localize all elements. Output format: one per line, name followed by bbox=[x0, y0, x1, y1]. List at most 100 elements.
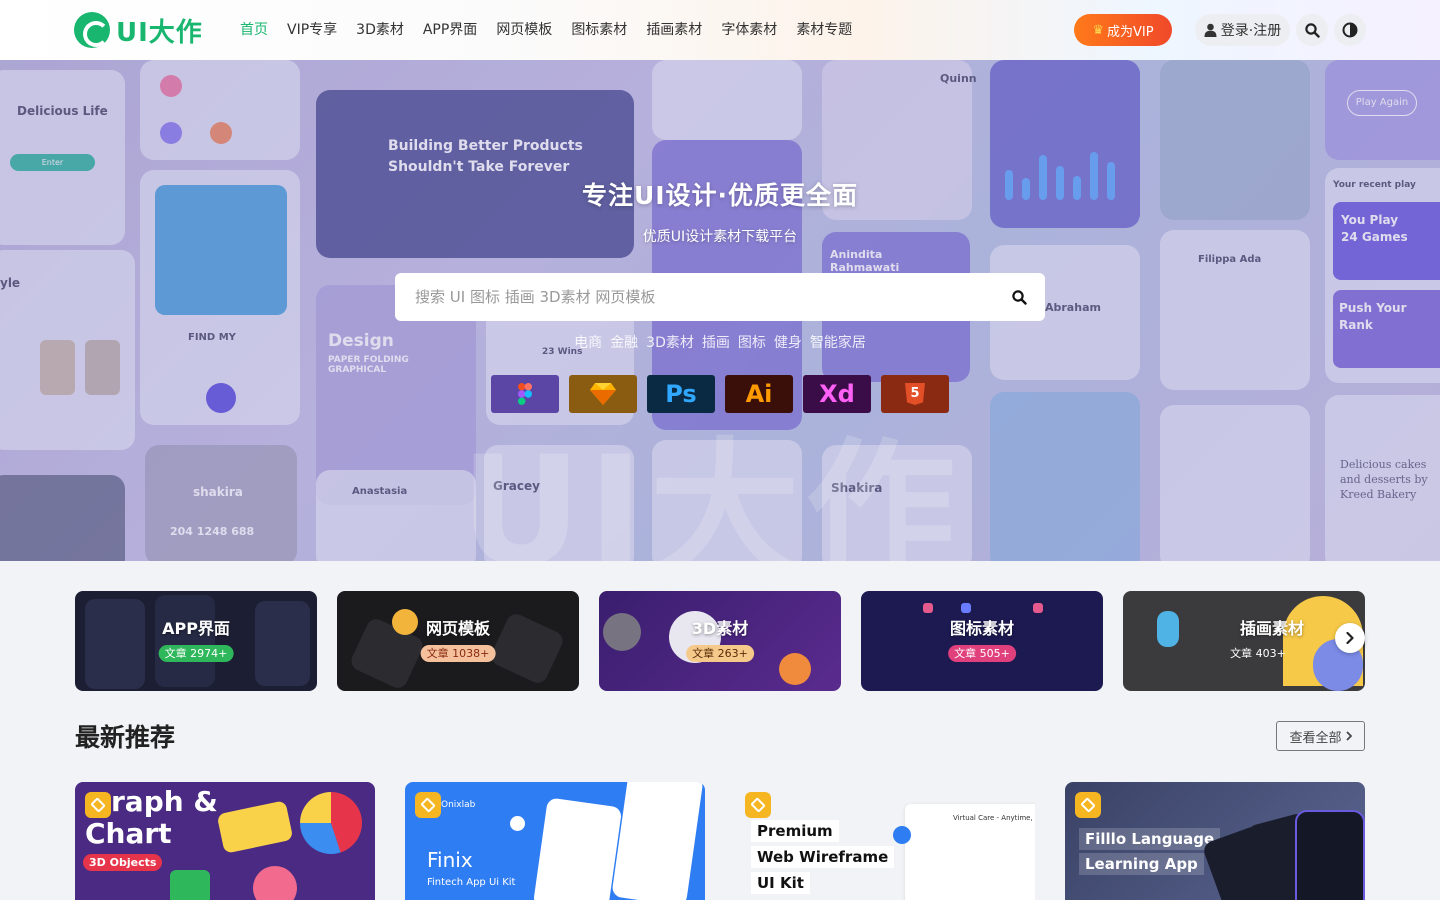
hot-tag-fitness[interactable]: 健身 bbox=[774, 332, 802, 352]
deco bbox=[255, 601, 310, 686]
search-icon bbox=[1011, 289, 1027, 305]
illustrator-filter-button[interactable]: Ai bbox=[725, 375, 793, 413]
theme-toggle-button[interactable] bbox=[1334, 14, 1366, 46]
deco bbox=[155, 595, 215, 687]
html5-filter-button[interactable]: 5 bbox=[881, 375, 949, 413]
vip-label: 成为VIP bbox=[1107, 24, 1154, 40]
resource-card[interactable]: Premium Web Wireframe UI Kit Virtual Car… bbox=[735, 782, 1035, 900]
hero-search-submit-button[interactable] bbox=[993, 273, 1045, 321]
photoshop-filter-button[interactable]: Ps bbox=[647, 375, 715, 413]
nav-item-3d[interactable]: 3D素材 bbox=[348, 0, 412, 60]
card-art-text: raph & bbox=[111, 785, 218, 818]
card-art bbox=[170, 870, 210, 900]
hot-tag-smart-home[interactable]: 智能家居 bbox=[810, 332, 866, 352]
logo-mark-icon bbox=[74, 12, 110, 48]
section-title-latest: 最新推荐 bbox=[75, 723, 176, 752]
hot-tag-3d[interactable]: 3D素材 bbox=[646, 332, 694, 352]
category-carousel: APP界面 文章 2974+ 网页模板 文章 1038+ 3D素材 文章 263… bbox=[75, 591, 1365, 691]
card-art-phone bbox=[611, 782, 704, 900]
hero-search-box bbox=[395, 273, 1045, 321]
category-card-illustrations[interactable]: 插画素材 文章 403+ bbox=[1123, 591, 1365, 691]
nav-item-home[interactable]: 首页 bbox=[232, 0, 276, 60]
logo-text: UI大作 bbox=[116, 17, 203, 48]
deco bbox=[1033, 603, 1043, 613]
chevron-right-icon bbox=[1346, 632, 1354, 644]
resource-card[interactable]: Filllo Language Learning App bbox=[1065, 782, 1365, 900]
card-art bbox=[253, 866, 297, 900]
category-count-badge: 文章 1038+ bbox=[420, 645, 496, 662]
nav-item-app[interactable]: APP界面 bbox=[415, 0, 485, 60]
html5-label: 5 bbox=[910, 386, 920, 401]
category-card-web-template[interactable]: 网页模板 文章 1038+ bbox=[337, 591, 579, 691]
resource-card[interactable]: raph & Chart 3D Objects bbox=[75, 782, 375, 900]
view-all-button[interactable]: 查看全部 bbox=[1276, 721, 1365, 751]
category-title: 图标素材 bbox=[949, 619, 1014, 638]
card-art-text: Finix bbox=[427, 848, 473, 872]
diamond-icon bbox=[90, 797, 106, 813]
category-card-app[interactable]: APP界面 文章 2974+ bbox=[75, 591, 317, 691]
diamond-icon bbox=[1080, 797, 1096, 813]
site-logo[interactable]: UI大作 bbox=[74, 12, 203, 48]
design-tool-filters: Ps Ai Xd 5 bbox=[491, 375, 949, 413]
carousel-next-button[interactable] bbox=[1335, 623, 1365, 653]
deco bbox=[961, 603, 971, 613]
view-all-label: 查看全部 bbox=[1289, 730, 1342, 746]
vip-badge bbox=[415, 792, 441, 818]
hot-search-tags: 电商 金融 3D素材 插画 图标 健身 智能家居 bbox=[0, 332, 1440, 352]
category-card-3d[interactable]: 3D素材 文章 263+ bbox=[599, 591, 841, 691]
top-header: UI大作 首页 VIP专享 3D素材 APP界面 网页模板 图标素材 插画素材 … bbox=[0, 0, 1440, 60]
hero-banner: Delicious Life Enter yle FIND MY shakira… bbox=[0, 60, 1440, 561]
card-art bbox=[510, 816, 525, 831]
vip-badge bbox=[1075, 792, 1101, 818]
card-brand: Onixlab bbox=[441, 800, 476, 810]
nav-item-illustrations[interactable]: 插画素材 bbox=[638, 0, 710, 60]
illustrator-icon: Ai bbox=[745, 380, 773, 408]
chevron-right-icon bbox=[1345, 731, 1352, 741]
card-art-text: UI Kit bbox=[751, 872, 810, 894]
hot-tag-illustration[interactable]: 插画 bbox=[702, 332, 730, 352]
vip-badge bbox=[85, 792, 111, 818]
nav-item-vip[interactable]: VIP专享 bbox=[279, 0, 345, 60]
card-art-window: Virtual Care - Anytime, bbox=[905, 804, 1035, 900]
card-art-pie bbox=[300, 792, 362, 854]
hot-tag-finance[interactable]: 金融 bbox=[610, 332, 638, 352]
figma-icon bbox=[518, 383, 532, 405]
category-count-badge: 文章 403+ bbox=[1230, 647, 1286, 660]
header-search-button[interactable] bbox=[1296, 14, 1328, 46]
diamond-icon bbox=[420, 797, 436, 813]
login-label: 登录·注册 bbox=[1220, 23, 1282, 39]
crown-icon: ♛ bbox=[1092, 22, 1105, 38]
resource-card[interactable]: Onixlab Finix Fintech App Ui Kit bbox=[405, 782, 705, 900]
card-art-text: Web Wireframe bbox=[751, 846, 895, 868]
card-art-text: Fintech App Ui Kit bbox=[427, 877, 516, 888]
card-art-phone bbox=[1295, 810, 1365, 900]
card-art-text: Learning App bbox=[1079, 853, 1204, 875]
category-title: APP界面 bbox=[162, 619, 230, 638]
hero-search-input[interactable] bbox=[395, 273, 993, 321]
nav-item-web-template[interactable]: 网页模板 bbox=[488, 0, 560, 60]
login-register-button[interactable]: 登录·注册 bbox=[1195, 14, 1290, 46]
latest-cards: raph & Chart 3D Objects Onixlab Finix Fi… bbox=[75, 782, 1365, 900]
hot-tag-icon[interactable]: 图标 bbox=[738, 332, 766, 352]
nav-item-fonts[interactable]: 字体素材 bbox=[713, 0, 785, 60]
category-count-badge: 文章 505+ bbox=[948, 645, 1016, 662]
hot-tag-ecommerce[interactable]: 电商 bbox=[574, 332, 602, 352]
category-count-badge: 文章 2974+ bbox=[158, 645, 234, 662]
hero-title: 专注UI设计·优质更全面 bbox=[581, 181, 859, 210]
nav-item-icons[interactable]: 图标素材 bbox=[563, 0, 635, 60]
sketch-icon bbox=[590, 383, 616, 405]
xd-filter-button[interactable]: Xd bbox=[803, 375, 871, 413]
user-icon bbox=[1204, 23, 1217, 37]
become-vip-button[interactable]: ♛ 成为VIP bbox=[1074, 14, 1172, 46]
vip-badge bbox=[745, 792, 771, 818]
card-art bbox=[216, 800, 294, 854]
sketch-filter-button[interactable] bbox=[569, 375, 637, 413]
html5-icon: 5 bbox=[905, 383, 925, 405]
figma-filter-button[interactable] bbox=[491, 375, 559, 413]
card-art-text: Premium bbox=[751, 820, 839, 842]
nav-item-topics[interactable]: 素材专题 bbox=[788, 0, 860, 60]
category-count-badge: 文章 263+ bbox=[686, 645, 754, 662]
card-tag: 3D Objects bbox=[83, 854, 163, 871]
contrast-icon bbox=[1342, 22, 1358, 38]
category-card-icons[interactable]: 图标素材 文章 505+ bbox=[861, 591, 1103, 691]
